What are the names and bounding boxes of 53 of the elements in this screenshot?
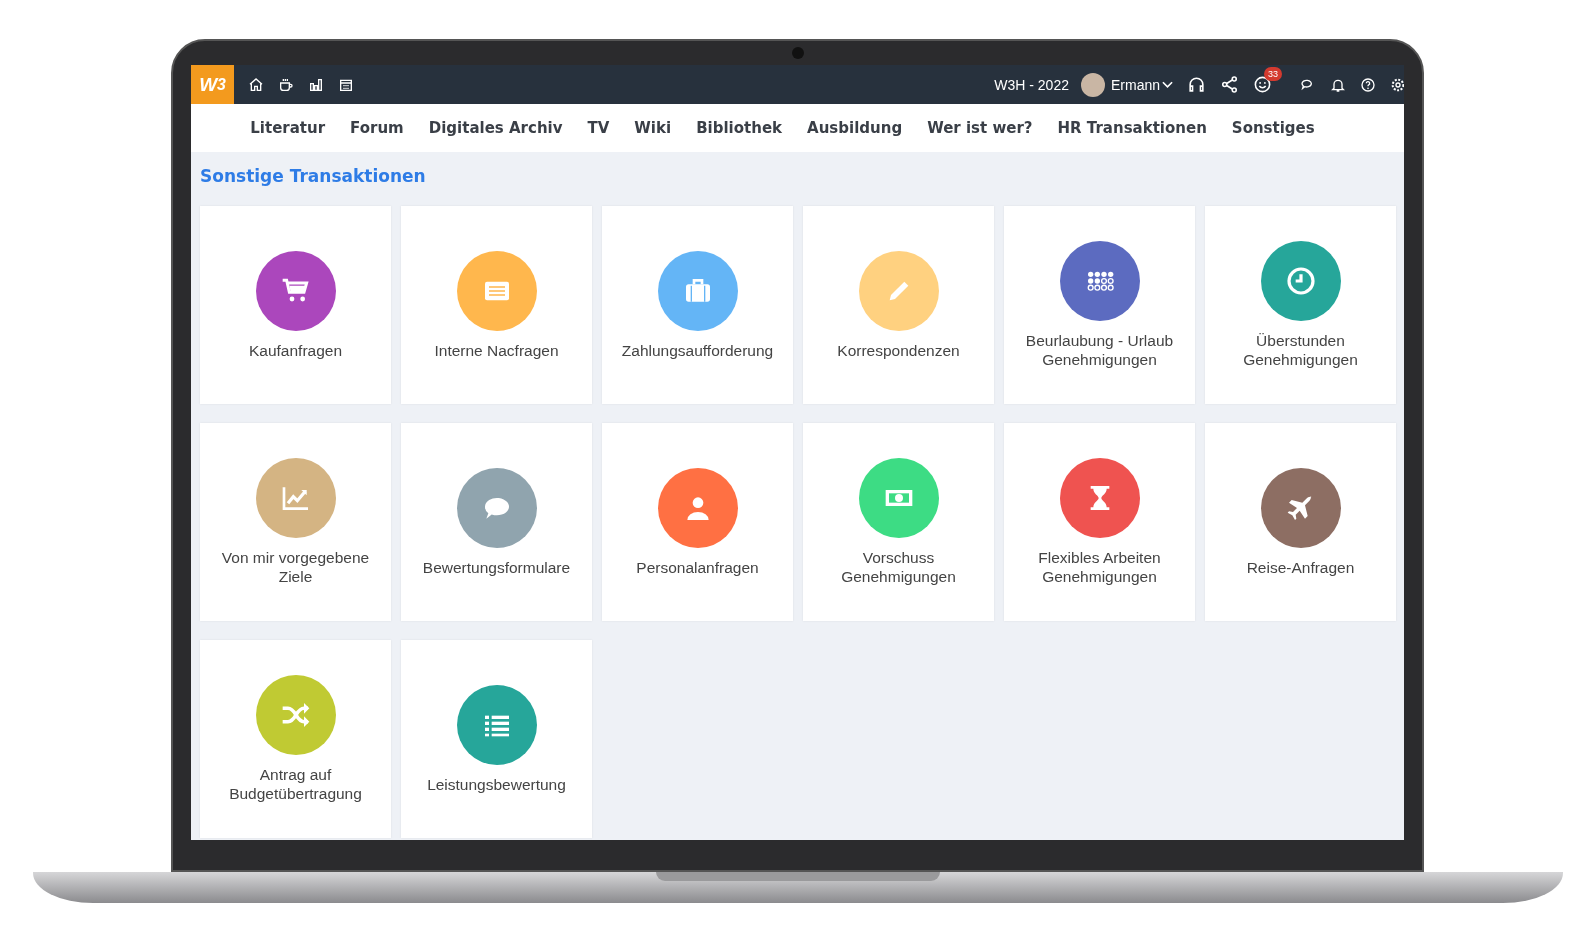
tile-card[interactable]: Korrespondenzen: [803, 206, 994, 404]
tile-card[interactable]: Reise-Anfragen: [1205, 423, 1396, 621]
tile-card[interactable]: Leistungsbewertung: [401, 640, 592, 838]
nav-link[interactable]: Ausbildung: [807, 119, 903, 137]
tile-card[interactable]: Zahlungsaufforderung: [602, 206, 793, 404]
tile-label: Beurlaubung - Urlaub Genehmigungen: [1024, 331, 1175, 369]
tile-label: Von mir vorgegebene Ziele: [220, 548, 371, 586]
share-icon[interactable]: [1220, 75, 1239, 94]
nav-link[interactable]: Digitales Archiv: [428, 119, 563, 137]
avatar[interactable]: [1080, 72, 1105, 97]
tile-card[interactable]: Flexibles Arbeiten Genehmigungen: [1004, 423, 1195, 621]
chevron-down-icon[interactable]: [1162, 80, 1173, 89]
smiley-icon[interactable]: [1253, 75, 1272, 94]
camera-dot: [791, 47, 804, 59]
home-icon[interactable]: [248, 76, 264, 93]
cup-icon[interactable]: [278, 76, 294, 93]
tile-label: Reise-Anfragen: [1245, 557, 1356, 577]
tile-card[interactable]: Bewertungsformulare: [401, 423, 592, 621]
nav-link[interactable]: Bibliothek: [696, 119, 783, 137]
nav-link[interactable]: Wer ist wer?: [927, 119, 1033, 137]
tile-label: Vorschuss Genehmigungen: [840, 548, 957, 586]
tile-card[interactable]: Personalanfragen: [602, 423, 793, 621]
tile-label: Flexibles Arbeiten Genehmigungen: [1037, 548, 1162, 586]
tile-label: Bewertungsformulare: [421, 557, 572, 577]
tile-label: Personalanfragen: [635, 557, 760, 577]
tile-label: Zahlungsaufforderung: [620, 340, 775, 360]
settings-icon[interactable]: [1390, 76, 1404, 93]
tile-card[interactable]: Beurlaubung - Urlaub Genehmigungen: [1004, 206, 1195, 404]
nav-link[interactable]: TV: [587, 119, 610, 137]
project-label: W3H - 2022: [994, 76, 1069, 93]
tile-label: Korrespondenzen: [836, 340, 961, 360]
tile-card[interactable]: Vorschuss Genehmigungen: [803, 423, 994, 621]
help-icon[interactable]: [1360, 76, 1376, 93]
tile-label: Interne Nacfragen: [433, 340, 560, 360]
tile-card[interactable]: Kaufanfragen: [200, 206, 391, 404]
bar-chart-icon[interactable]: [308, 76, 324, 93]
tile-label: Kaufanfragen: [247, 340, 344, 360]
tile-label: Antrag auf Budgetübertragung: [228, 765, 363, 803]
notification-badge: 33: [1264, 67, 1282, 81]
user-name[interactable]: Ermann: [1110, 76, 1160, 93]
tile-card[interactable]: Interne Nacfragen: [401, 206, 592, 404]
headset-icon[interactable]: [1187, 75, 1206, 94]
tile-card[interactable]: Von mir vorgegebene Ziele: [200, 423, 391, 621]
nav-link[interactable]: Sonstiges: [1231, 119, 1315, 137]
tile-card[interactable]: Überstunden Genehmigungen: [1205, 206, 1396, 404]
tile-label: Leistungsbewertung: [426, 774, 567, 794]
section-title: Sonstige Transaktionen: [200, 166, 427, 186]
nav-link[interactable]: HR Transaktionen: [1057, 119, 1207, 137]
nav-link[interactable]: Literatur: [250, 119, 326, 137]
nav-link[interactable]: Forum: [350, 119, 404, 137]
tile-card[interactable]: Antrag auf Budgetübertragung: [200, 640, 391, 838]
tile-label: Überstunden Genehmigungen: [1242, 331, 1359, 369]
nav-link[interactable]: Wiki: [634, 119, 672, 137]
